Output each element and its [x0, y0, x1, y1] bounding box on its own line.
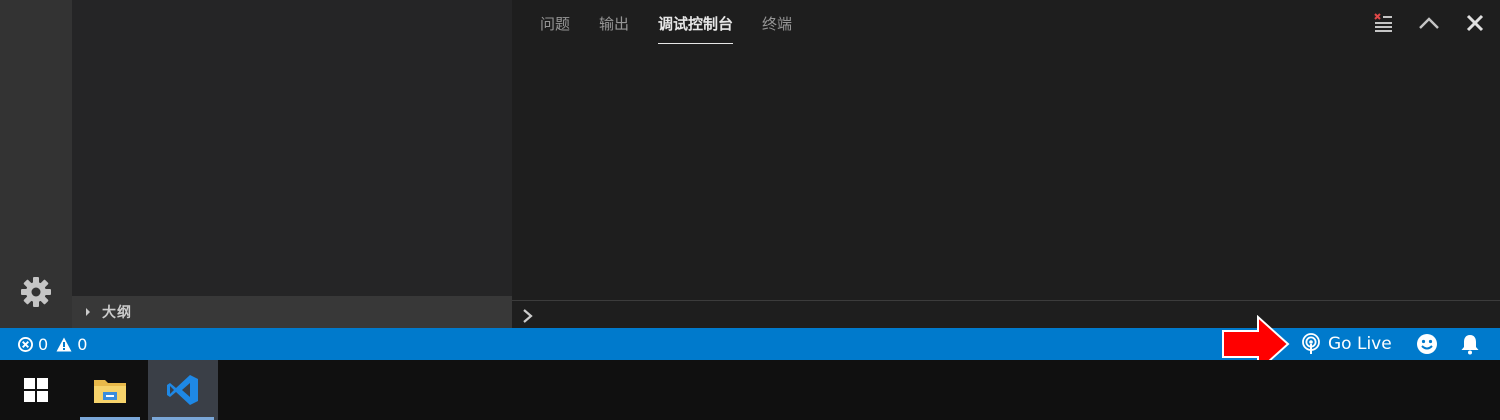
- warning-icon: [56, 337, 72, 351]
- file-explorer-taskbar-button[interactable]: [76, 360, 144, 420]
- vscode-icon: [167, 375, 198, 405]
- clear-console-button[interactable]: [1370, 10, 1396, 36]
- go-live-button[interactable]: Go Live: [1300, 328, 1392, 360]
- maximize-panel-button[interactable]: [1416, 10, 1442, 36]
- problems-status[interactable]: 0 0: [18, 328, 95, 360]
- tab-terminal[interactable]: 终端: [762, 0, 792, 46]
- console-input[interactable]: [512, 300, 1500, 328]
- outline-label: 大纲: [102, 305, 132, 321]
- chevron-right-icon: [523, 309, 533, 323]
- tab-debug-console[interactable]: 调试控制台: [658, 0, 734, 46]
- broadcast-icon: [1302, 333, 1320, 354]
- errors-value: 0: [38, 334, 49, 354]
- vscode-taskbar-button[interactable]: [148, 360, 218, 420]
- chevron-right-icon: [86, 308, 90, 316]
- vscode-window: 大纲 问题 输出 调试控制台 终端 0 0 Go Live: [0, 0, 1500, 420]
- file-explorer-icon: [94, 380, 126, 403]
- chevron-up-icon: [1419, 17, 1439, 29]
- smiley-icon[interactable]: [1416, 333, 1438, 355]
- windows-taskbar: [0, 360, 1500, 420]
- gear-icon[interactable]: [18, 274, 54, 310]
- start-button[interactable]: [0, 360, 72, 420]
- error-icon: [18, 336, 33, 352]
- bell-icon[interactable]: [1459, 333, 1481, 355]
- panel-actions: [1370, 10, 1488, 36]
- windows-start-icon: [24, 378, 48, 402]
- activity-bar: [0, 0, 72, 328]
- go-live-label: Go Live: [1328, 334, 1392, 354]
- bottom-panel: 问题 输出 调试控制台 终端: [512, 0, 1500, 328]
- tab-output[interactable]: 输出: [599, 0, 629, 46]
- outline-section-header[interactable]: 大纲: [72, 296, 512, 328]
- clear-console-icon: [1374, 13, 1392, 32]
- tab-problems[interactable]: 问题: [540, 0, 570, 46]
- warnings-count: 0: [56, 335, 87, 354]
- warnings-value: 0: [77, 334, 88, 354]
- panel-tabs: 问题 输出 调试控制台 终端: [540, 0, 821, 48]
- errors-count: 0: [18, 335, 48, 354]
- sidebar: 大纲: [72, 0, 512, 328]
- close-panel-button[interactable]: [1462, 10, 1488, 36]
- close-icon: [1466, 14, 1484, 32]
